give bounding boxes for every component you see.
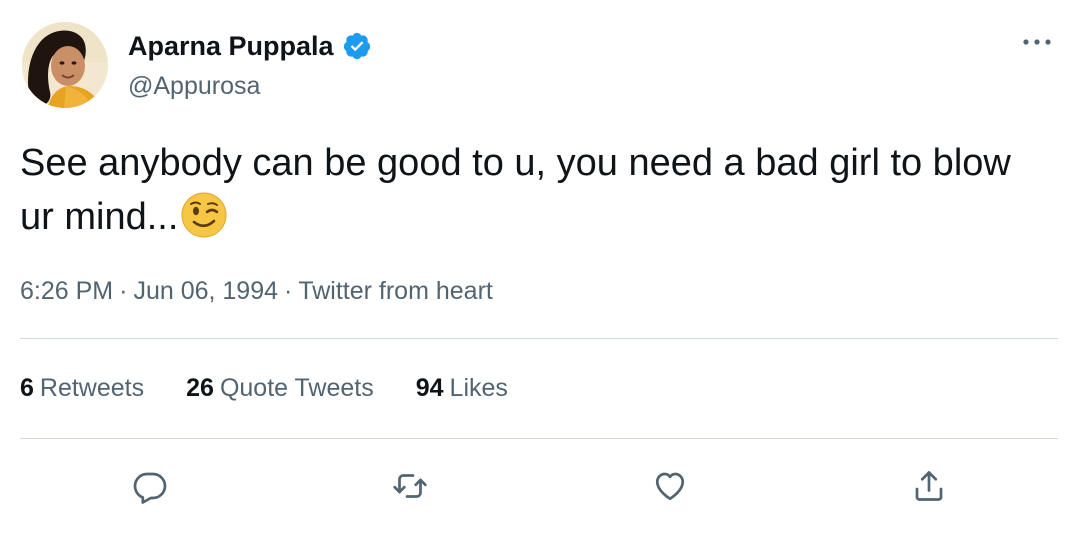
divider (20, 438, 1058, 439)
avatar-image (22, 22, 108, 108)
name-row: Aparna Puppala (128, 28, 372, 64)
avatar[interactable] (22, 22, 108, 108)
retweets-label: Retweets (39, 374, 145, 402)
reply-button[interactable] (128, 464, 172, 508)
likes-label: Likes (449, 374, 508, 402)
retweets-count: 6 (20, 374, 34, 402)
like-button[interactable] (648, 464, 692, 508)
divider (20, 338, 1058, 339)
likes-count: 94 (415, 374, 444, 402)
tweet-source[interactable]: Twitter from heart (298, 277, 493, 305)
verified-badge-icon (342, 31, 372, 61)
quote-tweets-label: Quote Tweets (219, 374, 374, 402)
tweet-stats: 6 Retweets 26 Quote Tweets 94 Likes (20, 370, 508, 406)
quote-tweets-count: 26 (186, 374, 214, 402)
reply-icon (133, 472, 167, 504)
retweet-button[interactable] (388, 464, 432, 508)
tweet-time[interactable]: 6:26 PM (20, 277, 113, 305)
winking-face-emoji-icon (180, 191, 228, 239)
meta-separator: · (284, 277, 293, 305)
retweet-icon (393, 474, 427, 498)
retweets-stat[interactable]: 6 Retweets (20, 370, 144, 406)
tweet-text: See anybody can be good to u, you need a… (20, 136, 1040, 244)
share-button[interactable] (907, 464, 951, 508)
share-icon (915, 471, 943, 501)
display-name[interactable]: Aparna Puppala (128, 28, 334, 64)
tweet-date[interactable]: Jun 06, 1994 (133, 277, 278, 305)
likes-stat[interactable]: 94 Likes (416, 370, 508, 406)
user-handle[interactable]: @Appurosa (128, 70, 260, 102)
tweet-text-content: See anybody can be good to u, you need a… (20, 142, 1011, 238)
tweet-actions (0, 460, 1077, 512)
tweet-card: Aparna Puppala @Appurosa See anybody can… (0, 0, 1077, 543)
tweet-meta: 6:26 PM · Jun 06, 1994 · Twitter from heart (20, 274, 493, 308)
more-options-icon[interactable] (1017, 28, 1057, 56)
meta-separator: · (119, 277, 128, 305)
quote-tweets-stat[interactable]: 26 Quote Tweets (186, 370, 374, 406)
heart-icon (655, 472, 685, 501)
